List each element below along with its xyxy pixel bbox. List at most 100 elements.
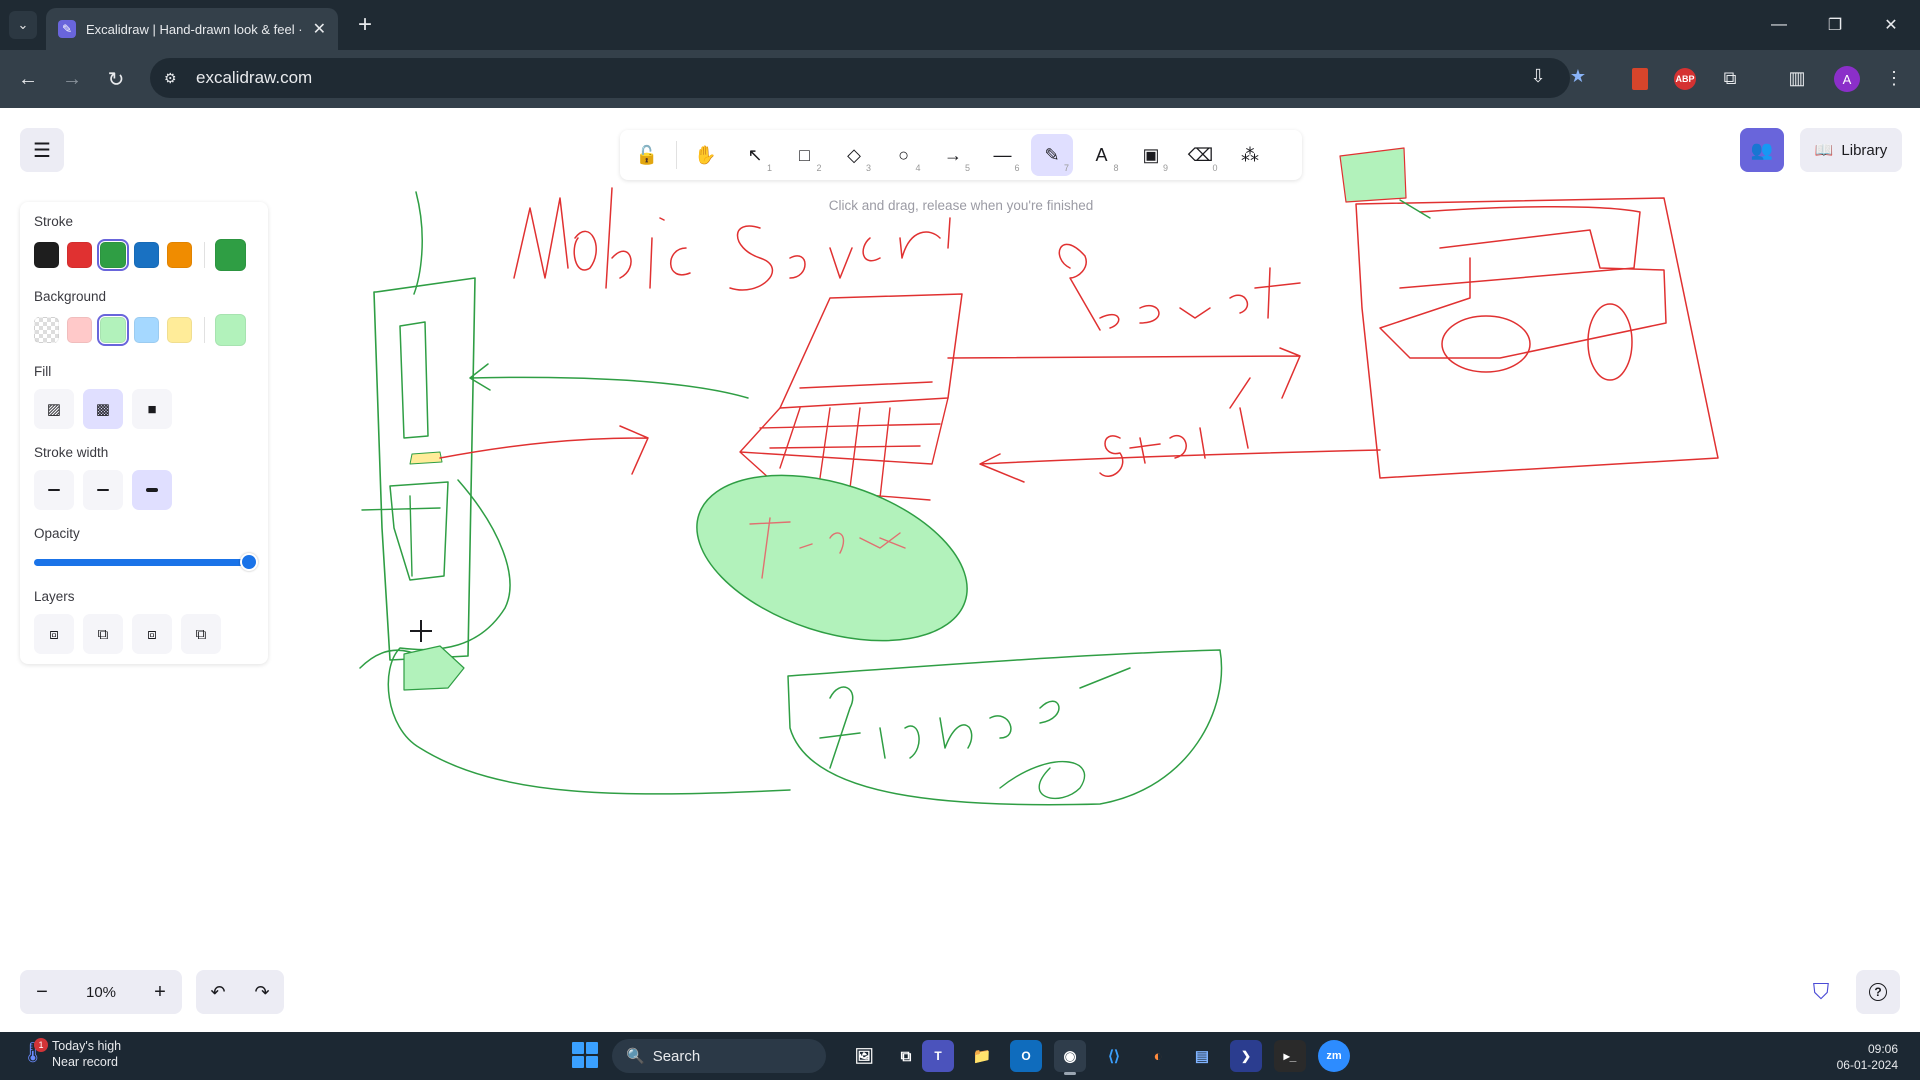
- properties-panel: Stroke Background Fill ▨ ▩ ■ Stroke width …: [20, 202, 268, 664]
- stroke-current-color-picker[interactable]: [214, 239, 246, 271]
- tool-draw[interactable]: ✎ 7: [1031, 134, 1073, 176]
- shapes-toolbar: 🔓 ✋ ↖ 1 □ 2 ◇ 3 ○ 4 → 5—6 ✎ 7 A 8 ▣ 9 ⌫ 0 ⁂: [620, 130, 1302, 180]
- file-explorer-icon[interactable]: 📁: [966, 1040, 998, 1072]
- tool-extra-tools[interactable]: ⁂: [1229, 134, 1271, 176]
- server-laptop-sketch: [779, 293, 963, 409]
- redo-icon[interactable]: ↷: [254, 982, 269, 1003]
- side-panel-icon[interactable]: ▥: [1783, 64, 1811, 92]
- undo-icon[interactable]: ↶: [210, 982, 225, 1003]
- extensions-puzzle-icon[interactable]: ⧉: [1716, 64, 1744, 92]
- zoom-in-button[interactable]: +: [138, 970, 182, 1014]
- frame-ellipse: [696, 474, 968, 642]
- browser-tab[interactable]: ✎ Excalidraw | Hand-drawn look & feel · …: [46, 8, 338, 50]
- windows-start-icon[interactable]: [572, 1042, 598, 1068]
- background-swatch[interactable]: [34, 317, 60, 343]
- stroke-swatch[interactable]: [133, 242, 159, 268]
- browser-toolbar: ← → ↻ ⚙ excalidraw.com ⇩ ★ ABP ⧉ ▥ A ⋮: [0, 50, 1920, 108]
- send-to-back-icon: ⧈: [49, 625, 59, 643]
- bring-to-front-button[interactable]: ⧉: [181, 614, 221, 654]
- fill-hachure-button[interactable]: ▨: [34, 389, 74, 429]
- new-tab-button[interactable]: +: [350, 10, 380, 40]
- chrome-icon[interactable]: ◉: [1054, 1040, 1086, 1075]
- photos-icon[interactable]: 🖼: [848, 1040, 880, 1072]
- shield-icon[interactable]: ⛉: [1808, 978, 1834, 1006]
- fill-solid-button[interactable]: ■: [132, 389, 172, 429]
- stroke-width-options: [34, 470, 254, 510]
- back-icon[interactable]: ←: [12, 63, 44, 95]
- background-swatch[interactable]: [97, 314, 129, 346]
- zoom-out-button[interactable]: −: [20, 970, 64, 1014]
- tool-image[interactable]: ▣ 9: [1130, 134, 1172, 176]
- task-view-icon[interactable]: ⧉: [890, 1040, 922, 1072]
- powershell-icon[interactable]: ❯: [1230, 1040, 1262, 1072]
- tool-hand[interactable]: ✋: [685, 134, 727, 176]
- send-backward-icon: ⧉: [97, 625, 109, 643]
- teams-icon[interactable]: T: [922, 1040, 954, 1072]
- stroke-width-bold-button[interactable]: [83, 470, 123, 510]
- reload-icon[interactable]: ↻: [100, 63, 132, 95]
- stroke-swatch[interactable]: [67, 242, 93, 268]
- bring-forward-button[interactable]: ⧈: [132, 614, 172, 654]
- tool-diamond[interactable]: ◇ 3: [833, 134, 875, 176]
- address-bar[interactable]: ⚙ excalidraw.com: [150, 58, 1570, 98]
- tool-arrow[interactable]: → 5: [932, 134, 974, 176]
- live-collaboration-button[interactable]: 👥: [1740, 128, 1784, 172]
- tool-line[interactable]: —6: [982, 134, 1024, 176]
- rectangle-icon: □: [799, 144, 810, 165]
- tool-eraser[interactable]: ⌫ 0: [1180, 134, 1222, 176]
- library-button[interactable]: 📖 Library: [1800, 128, 1902, 172]
- terminal-icon[interactable]: ▸_: [1274, 1040, 1306, 1072]
- firebase-shape: [787, 649, 1223, 806]
- weather-widget[interactable]: 🌡 1 Today's high Near record: [20, 1038, 121, 1070]
- install-app-icon[interactable]: ⇩: [1524, 62, 1552, 90]
- tool-selection[interactable]: ↖ 1: [734, 134, 776, 176]
- stroke-swatch[interactable]: [97, 239, 129, 271]
- system-clock[interactable]: 09:06 06-01-2024: [1837, 1041, 1898, 1073]
- restore-icon[interactable]: ❐: [1820, 10, 1850, 40]
- swatch-separator: [204, 242, 205, 268]
- profile-avatar[interactable]: A: [1834, 66, 1860, 92]
- undo-redo-controls: ↶ ↷: [196, 970, 284, 1014]
- stroke-swatch[interactable]: [166, 242, 193, 268]
- tool-ellipse[interactable]: ○ 4: [883, 134, 925, 176]
- phone-sketch: [373, 277, 476, 661]
- fill-cross-hatch-button[interactable]: ▩: [83, 389, 123, 429]
- tab-close-icon[interactable]: ✕: [313, 19, 326, 39]
- car-box-sketch: [1355, 197, 1719, 479]
- send-to-back-button[interactable]: ⧈: [34, 614, 74, 654]
- adblock-plus-icon[interactable]: ABP: [1674, 68, 1696, 90]
- send-backward-button[interactable]: ⧉: [83, 614, 123, 654]
- zoom-app-icon[interactable]: zm: [1318, 1040, 1350, 1072]
- vscode-icon[interactable]: ⟨⟩: [1098, 1040, 1130, 1072]
- background-swatch[interactable]: [67, 317, 93, 343]
- background-swatch[interactable]: [166, 317, 193, 343]
- text-firebase-scribble: [999, 760, 1086, 800]
- minimize-icon[interactable]: —: [1764, 10, 1794, 40]
- zoom-reset-button[interactable]: 10%: [64, 984, 138, 1001]
- small-green-blob: [403, 645, 465, 691]
- bookmark-star-icon[interactable]: ★: [1564, 62, 1592, 90]
- stroke-swatch[interactable]: [34, 242, 60, 268]
- opacity-slider[interactable]: [34, 551, 258, 573]
- opacity-thumb[interactable]: [240, 553, 258, 571]
- tool-lock[interactable]: 🔓: [626, 134, 668, 176]
- background-current-color-picker[interactable]: [214, 314, 246, 346]
- tool-text[interactable]: A8: [1081, 134, 1123, 176]
- browser-menu-icon[interactable]: ⋮: [1880, 64, 1908, 92]
- taskbar-search[interactable]: 🔍 Search: [612, 1039, 826, 1073]
- stroke-width-line-icon: [97, 488, 109, 492]
- extension-red-icon[interactable]: [1632, 68, 1648, 90]
- main-menu-button[interactable]: ☰: [20, 128, 64, 172]
- firefox-icon[interactable]: ◐: [1142, 1040, 1174, 1072]
- stroke-width-extra-bold-button[interactable]: [132, 470, 172, 510]
- notepad-icon[interactable]: ▤: [1186, 1040, 1218, 1072]
- tool-rectangle[interactable]: □ 2: [784, 134, 826, 176]
- close-window-icon[interactable]: ✕: [1876, 10, 1906, 40]
- background-swatch[interactable]: [133, 317, 159, 343]
- stroke-width-thin-button[interactable]: [34, 470, 74, 510]
- outlook-icon[interactable]: O: [1010, 1040, 1042, 1072]
- site-info-icon[interactable]: ⚙: [164, 70, 186, 87]
- forward-icon[interactable]: →: [56, 63, 88, 95]
- tab-search-button[interactable]: ⌄: [9, 11, 37, 39]
- drawing-canvas[interactable]: [0, 108, 1920, 1032]
